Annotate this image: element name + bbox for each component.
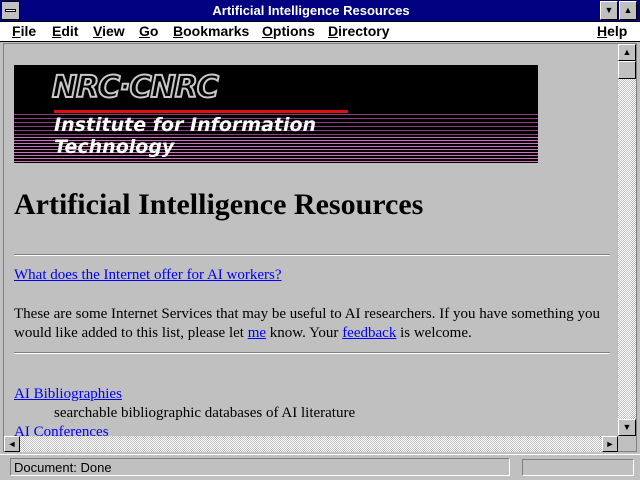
menu-help[interactable]: Help [597, 23, 627, 40]
status-text: Document: Done [10, 458, 510, 476]
arrow-down-icon: ▼ [622, 422, 632, 432]
menu-bar: File Edit View Go Bookmarks Options Dire… [0, 22, 640, 42]
institute-line-1: Institute for Information [54, 114, 317, 136]
menu-edit[interactable]: Edit [52, 23, 78, 40]
menu-go[interactable]: Go [139, 23, 158, 40]
intro-link[interactable]: What does the Internet offer for AI work… [14, 267, 282, 283]
body-text-line-2: would like added to this list, please le… [14, 324, 472, 343]
body-text-fragment: is welcome. [400, 325, 472, 341]
institute-name: Institute for Information Technology [54, 114, 384, 158]
minimize-button[interactable]: ▼ [600, 1, 618, 20]
scroll-down-button[interactable]: ▼ [618, 419, 636, 436]
horizontal-scroll-track[interactable] [20, 436, 602, 452]
minimize-icon: ▼ [604, 5, 614, 15]
arrow-up-icon: ▲ [622, 47, 632, 57]
system-menu-icon [5, 9, 16, 12]
system-menu-button[interactable] [1, 1, 20, 20]
window-title: Artificial Intelligence Resources [212, 3, 410, 18]
maximize-icon: ▲ [623, 5, 633, 15]
status-bar: Document: Done [0, 454, 640, 480]
menu-options[interactable]: Options [262, 23, 315, 40]
list-item: AI Conferences [14, 423, 109, 436]
feedback-link[interactable]: feedback [342, 325, 396, 341]
page-heading: Artificial Intelligence Resources [14, 188, 424, 221]
ai-conferences-link[interactable]: AI Conferences [14, 424, 109, 436]
list-item-description: searchable bibliographic databases of AI… [54, 405, 356, 421]
body-text-fragment: know. Your [269, 325, 339, 341]
document-view[interactable]: NRC·CNRC Institute for Information Techn… [4, 44, 618, 436]
maximize-button[interactable]: ▲ [619, 1, 637, 20]
arrow-left-icon: ◄ [7, 439, 17, 449]
horizontal-scrollbar[interactable]: ◄ ► [4, 436, 618, 452]
progress-indicator [522, 459, 634, 476]
body-text-fragment: would like added to this list, please le… [14, 325, 244, 341]
divider [14, 352, 610, 354]
list-item: AI Bibliographies [14, 385, 122, 404]
arrow-right-icon: ► [605, 439, 615, 449]
vertical-scrollbar[interactable]: ▲ ▼ [618, 44, 636, 436]
me-link[interactable]: me [248, 325, 266, 341]
menu-bookmarks[interactable]: Bookmarks [173, 23, 249, 40]
vertical-scroll-track[interactable] [618, 79, 636, 419]
body-text-line-1: These are some Internet Services that ma… [14, 306, 601, 322]
menu-view[interactable]: View [93, 23, 125, 40]
nrc-logo: NRC·CNRC [51, 70, 220, 106]
menu-file[interactable]: File [12, 23, 36, 40]
vertical-scroll-thumb[interactable] [618, 61, 636, 79]
menu-directory[interactable]: Directory [328, 23, 389, 40]
divider [14, 254, 610, 256]
scroll-up-button[interactable]: ▲ [618, 44, 636, 61]
nrc-banner-image: NRC·CNRC Institute for Information Techn… [14, 65, 538, 163]
ai-bibliographies-link[interactable]: AI Bibliographies [14, 386, 122, 402]
scroll-left-button[interactable]: ◄ [4, 436, 20, 452]
scroll-right-button[interactable]: ► [602, 436, 618, 452]
title-bar: Artificial Intelligence Resources ▼ ▲ [0, 0, 640, 22]
institute-line-2: Technology [54, 136, 175, 158]
banner-red-line [54, 110, 348, 113]
intro-paragraph: What does the Internet offer for AI work… [14, 266, 282, 285]
